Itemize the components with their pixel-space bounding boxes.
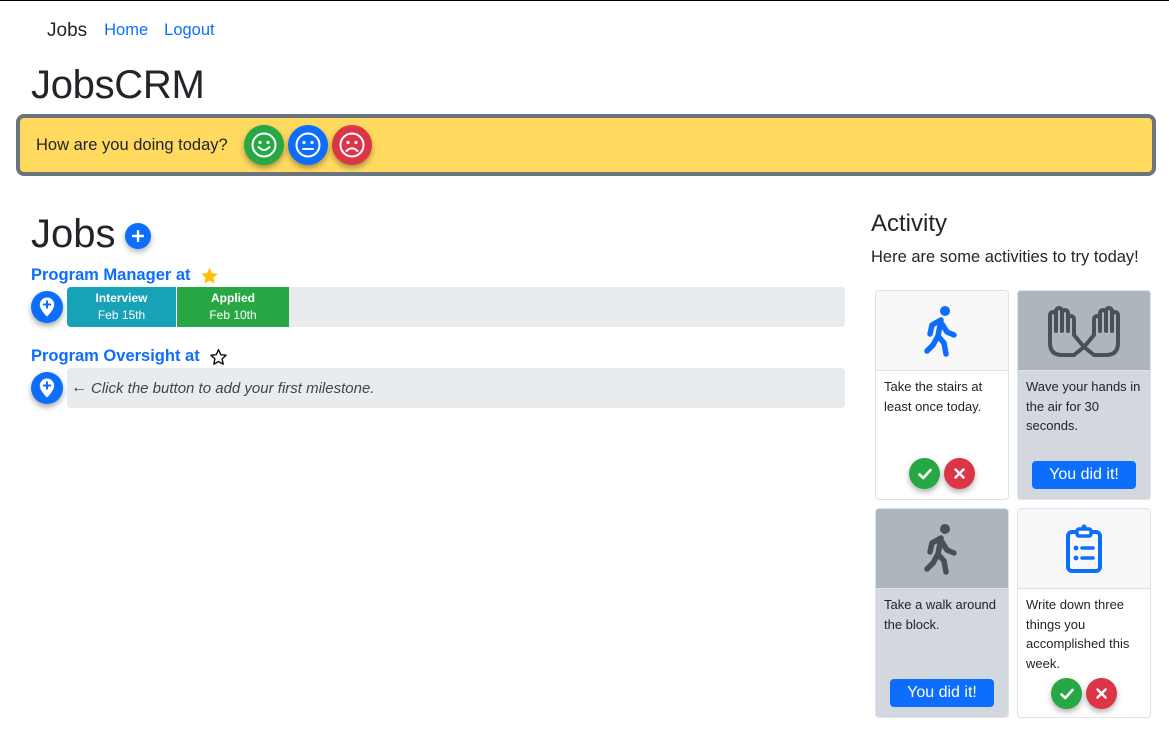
milestone-label: Applied — [211, 291, 255, 305]
milestone-bar: ← Click the button to add your first mil… — [67, 368, 845, 408]
map-pin-plus-icon — [39, 297, 55, 317]
job-item: Program Manager at Interview Feb 15th Ap… — [31, 266, 845, 327]
activity-grid: Take the stairs at least once today. Wav… — [875, 290, 1151, 718]
star-filled-icon[interactable] — [200, 267, 219, 285]
you-did-it-button[interactable]: You did it! — [890, 679, 994, 707]
nav-link-logout[interactable]: Logout — [164, 21, 214, 40]
activity-card: Take the stairs at least once today. — [875, 290, 1009, 500]
plus-icon — [131, 230, 144, 242]
milestone-date: Feb 10th — [209, 308, 257, 322]
x-icon — [954, 468, 965, 479]
activity-section: Activity Here are some activities to try… — [871, 208, 1161, 718]
jobs-section: Jobs Program Manager at Interview Feb 15… — [31, 210, 845, 408]
app-title: JobsCRM — [31, 63, 205, 107]
job-item: Program Oversight at ← Click the button … — [31, 347, 845, 408]
nav-link-home[interactable]: Home — [104, 21, 148, 40]
activity-text: Wave your hands in the air for 30 second… — [1026, 379, 1141, 433]
check-icon — [917, 468, 932, 479]
activity-card: Take a walk around the block. You did it… — [875, 508, 1009, 718]
add-milestone-button[interactable] — [31, 291, 63, 323]
check-icon — [1059, 688, 1074, 699]
mood-banner: How are you doing today? — [16, 114, 1156, 176]
activity-heading: Activity — [871, 210, 948, 237]
hands-icon — [1048, 305, 1120, 357]
activity-text: Take the stairs at least once today. — [884, 379, 983, 414]
neutral-face-icon — [295, 132, 321, 158]
activity-card: Wave your hands in the air for 30 second… — [1017, 290, 1151, 500]
dismiss-activity-button[interactable] — [944, 458, 975, 489]
walking-icon — [924, 523, 957, 575]
empty-milestone-hint: Click the button to add your first miles… — [91, 379, 375, 397]
mood-happy-button[interactable] — [243, 125, 284, 165]
arrow-left-icon: ← — [71, 379, 87, 396]
job-title-link[interactable]: Program Manager at — [31, 266, 191, 285]
mood-question: How are you doing today? — [36, 135, 228, 154]
map-pin-plus-icon — [39, 378, 55, 398]
milestone-applied[interactable]: Applied Feb 10th — [177, 287, 289, 327]
you-did-it-button[interactable]: You did it! — [1032, 461, 1136, 489]
activity-card: Write down three things you accomplished… — [1017, 508, 1151, 718]
activity-text: Take a walk around the block. — [884, 597, 997, 632]
navbar-brand[interactable]: Jobs — [47, 20, 87, 42]
milestone-interview[interactable]: Interview Feb 15th — [67, 287, 177, 327]
smile-icon — [251, 132, 277, 158]
milestone-bar: Interview Feb 15th Applied Feb 10th — [67, 287, 845, 327]
activity-subtitle: Here are some activities to try today! — [871, 248, 1139, 266]
clipboard-list-icon — [1066, 524, 1102, 573]
navbar: Jobs Home Logout — [0, 1, 1169, 57]
walking-icon — [924, 305, 957, 357]
job-title-link[interactable]: Program Oversight at — [31, 347, 200, 366]
accept-activity-button[interactable] — [909, 458, 940, 489]
star-outline-icon[interactable] — [209, 348, 228, 366]
dismiss-activity-button[interactable] — [1086, 678, 1117, 709]
frown-icon — [339, 132, 365, 158]
add-job-button[interactable] — [124, 223, 151, 249]
mood-neutral-button[interactable] — [287, 125, 328, 165]
mood-sad-button[interactable] — [331, 125, 372, 165]
jobs-heading: Jobs — [31, 212, 116, 256]
accept-activity-button[interactable] — [1051, 678, 1082, 709]
milestone-label: Interview — [95, 291, 148, 305]
milestone-date: Feb 15th — [97, 308, 146, 322]
activity-text: Write down three things you accomplished… — [1026, 597, 1130, 671]
x-icon — [1096, 688, 1107, 699]
add-milestone-button[interactable] — [31, 372, 63, 404]
